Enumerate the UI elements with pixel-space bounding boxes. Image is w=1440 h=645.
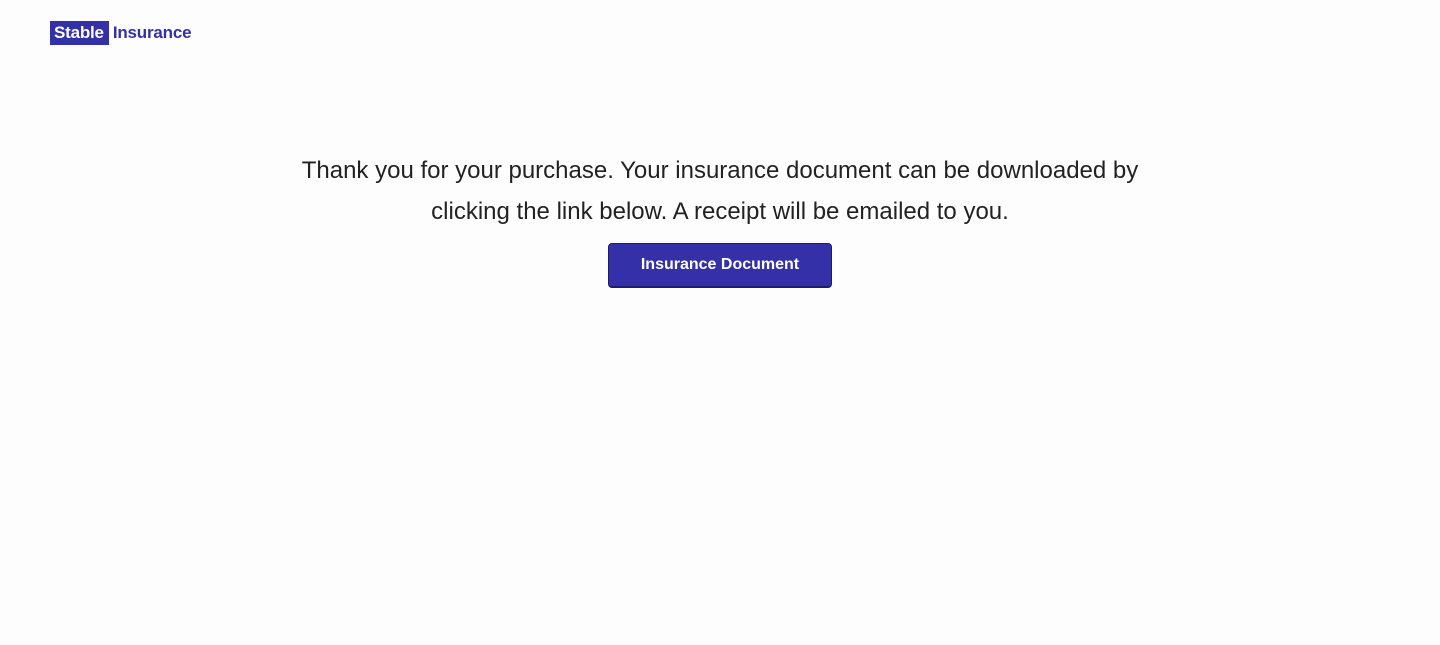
brand-logo-text: Insurance — [112, 23, 192, 42]
brand-logo-box: Stable — [50, 21, 109, 45]
brand-logo[interactable]: Stable Insurance — [50, 21, 192, 45]
confirmation-section: Thank you for your purchase. Your insura… — [0, 150, 1440, 288]
insurance-document-button[interactable]: Insurance Document — [608, 243, 832, 288]
confirmation-message: Thank you for your purchase. Your insura… — [301, 157, 1139, 225]
